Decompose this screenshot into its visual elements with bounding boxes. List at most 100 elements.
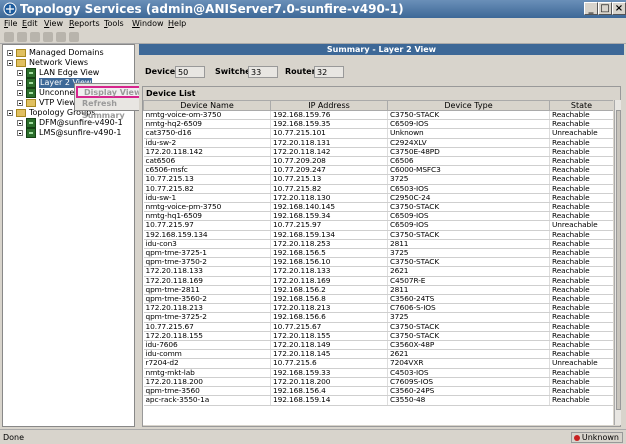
device-icon <box>26 68 36 78</box>
device-name-cell: nmtg-voice-pm-3750 <box>143 202 271 213</box>
menu-tools[interactable]: Tools <box>104 18 124 30</box>
column-header-device-type[interactable]: Device Type <box>387 100 550 111</box>
table-row[interactable]: c6506-msfc 10.77.209.247 C6000-MSFC3 Reacha… <box>143 165 613 176</box>
device-type-cell: 2621 <box>387 266 550 277</box>
delete-icon[interactable] <box>56 32 66 42</box>
ip-address-cell: 172.20.118.169 <box>270 276 388 286</box>
display-view-menu-item[interactable]: Display View <box>76 86 146 98</box>
menu-reports[interactable]: Reports <box>69 18 100 30</box>
device-name-cell: idu-sw-1 <box>143 193 271 204</box>
ip-address-cell: 192.168.159.33 <box>270 368 388 378</box>
device-type-cell: C6000-MSFC3 <box>387 165 550 176</box>
device-type-cell: 3725 <box>387 174 550 185</box>
table-row[interactable]: r7204-d2 10.77.215.6 7204VXR Unreachable <box>143 358 613 369</box>
table-row[interactable]: 172.20.118.169 172.20.118.169 C4507R-E Reac… <box>143 276 613 286</box>
table-row[interactable]: 10.77.215.82 10.77.215.82 C6503-IOS Reachab… <box>143 184 613 194</box>
table-row[interactable]: nmtg-hq1-6509 192.168.159.34 C6509-IOS Reac… <box>143 211 613 222</box>
table-row[interactable]: 10.77.215.97 10.77.215.97 C6509-IOS Unreach… <box>143 220 613 231</box>
device-type-cell: C3560X-48P <box>387 340 550 351</box>
device-name-cell: qpm-tme-3725-1 <box>143 248 271 259</box>
collapse-icon[interactable] <box>7 60 13 66</box>
print-icon[interactable] <box>30 32 40 42</box>
minimize-button[interactable]: _ <box>584 2 598 15</box>
table-row[interactable]: qpm-tme-3725-2 192.168.156.6 3725 Reachable <box>143 312 613 323</box>
table-row[interactable]: qpm-tme-3725-1 192.168.156.5 3725 Reachable <box>143 248 613 259</box>
device-table-container: Device Name IP Address Device Type State… <box>143 100 613 425</box>
table-row[interactable]: cat3750-d16 10.77.215.101 Unknown Unreachab… <box>143 128 613 139</box>
table-row[interactable]: nmtg-hq2-6509 192.168.159.35 C6509-IOS Reac… <box>143 119 613 130</box>
table-row[interactable]: qpm-tme-3560 192.168.156.4 C3560-24PS Reach… <box>143 386 613 397</box>
table-row[interactable]: 172.20.118.142 172.20.118.142 C3750E-48PD R… <box>143 147 613 158</box>
close-button[interactable]: × <box>612 2 626 15</box>
table-row[interactable]: nmtg-mkt-lab 192.168.159.33 C4503-IOS Reach… <box>143 368 613 378</box>
ip-address-cell: 172.20.118.149 <box>270 340 388 351</box>
routers-count: 32 <box>314 66 344 78</box>
table-row[interactable]: 10.77.215.13 10.77.215.13 3725 Reachable <box>143 174 613 185</box>
state-cell: Reachable <box>549 110 613 121</box>
table-row[interactable]: 172.20.118.133 172.20.118.133 2621 Reachabl… <box>143 266 613 277</box>
device-type-cell: C3750E-48PD <box>387 147 550 158</box>
expand-icon[interactable] <box>17 120 23 126</box>
collapse-icon[interactable] <box>7 110 13 116</box>
table-row[interactable]: 192.168.159.134 192.168.159.134 C3750-STAC… <box>143 230 613 240</box>
ip-address-cell: 192.168.159.134 <box>270 230 388 240</box>
maximize-button[interactable]: □ <box>598 2 612 15</box>
table-row[interactable]: apc-rack-3550-1a 192.168.159.14 C3550-48 Re… <box>143 395 613 406</box>
menu-view[interactable]: View <box>44 18 63 30</box>
refresh-summary-menu-item[interactable]: Refresh Summary <box>76 98 146 120</box>
expand-icon[interactable] <box>17 90 23 96</box>
device-type-cell: 2621 <box>387 349 550 360</box>
table-row[interactable]: idu-con3 172.20.118.253 2811 Reachable <box>143 239 613 250</box>
table-row[interactable]: qpm-tme-3750-2 192.168.156.10 C3750-STACK R… <box>143 257 613 268</box>
ip-address-cell: 192.168.159.35 <box>270 119 388 130</box>
table-row[interactable]: idu-sw-2 172.20.118.131 C2924XLV Reachable <box>143 138 613 148</box>
table-row[interactable]: idu-7606 172.20.118.149 C3560X-48P Reachabl… <box>143 340 613 351</box>
menu-file[interactable]: File <box>4 18 17 30</box>
table-row[interactable]: 172.20.118.200 172.20.118.200 C7609S-IOS Re… <box>143 377 613 388</box>
state-cell: Reachable <box>549 174 613 185</box>
find-icon[interactable] <box>43 32 53 42</box>
table-row[interactable]: 10.77.215.67 10.77.215.67 C3750-STACK Reach… <box>143 322 613 332</box>
menu-window[interactable]: Window <box>132 18 164 30</box>
connection-status: Unknown <box>570 432 623 443</box>
device-type-cell: C7606-S-IOS <box>387 303 550 314</box>
forward-icon[interactable] <box>17 32 27 42</box>
device-type-cell: C6503-IOS <box>387 184 550 194</box>
ip-address-cell: 192.168.159.34 <box>270 211 388 222</box>
table-row[interactable]: 172.20.118.213 172.20.118.213 C7606-S-IOS R… <box>143 303 613 314</box>
properties-icon[interactable] <box>69 32 79 42</box>
column-header-ip-address[interactable]: IP Address <box>270 100 388 111</box>
expand-icon[interactable] <box>17 130 23 136</box>
expand-icon[interactable] <box>17 70 23 76</box>
ip-address-cell: 10.77.215.82 <box>270 184 388 194</box>
menu-edit[interactable]: Edit <box>22 18 38 30</box>
menu-help[interactable]: Help <box>168 18 186 30</box>
scrollbar-thumb[interactable] <box>616 110 621 410</box>
vertical-scrollbar[interactable] <box>614 100 621 425</box>
expand-icon[interactable] <box>17 80 23 86</box>
table-row[interactable]: nmtg-voice-om-3750 192.168.159.76 C3750-ST… <box>143 110 613 121</box>
column-header-state[interactable]: State <box>549 100 613 111</box>
device-name-cell: idu-sw-2 <box>143 138 271 148</box>
table-row[interactable]: idu-sw-1 172.20.118.130 C2950C-24 Reachable <box>143 193 613 204</box>
expand-icon[interactable] <box>17 100 23 106</box>
table-header-row: Device Name IP Address Device Type State <box>143 100 613 111</box>
table-row[interactable]: cat6506 10.77.209.208 C6506 Reachable <box>143 156 613 167</box>
table-row[interactable]: idu-comm 172.20.118.145 2621 Reachable <box>143 349 613 360</box>
device-type-cell: C6509-IOS <box>387 220 550 231</box>
device-name-cell: c6506-msfc <box>143 165 271 176</box>
table-row[interactable]: qpm-tme-3560-2 192.168.156.8 C3560-24TS Rea… <box>143 294 613 305</box>
collapse-icon[interactable] <box>7 50 13 56</box>
column-header-device-name[interactable]: Device Name <box>143 100 271 111</box>
device-list-title: Device List <box>145 89 197 98</box>
ip-address-cell: 192.168.159.76 <box>270 110 388 121</box>
table-row[interactable]: nmtg-voice-pm-3750 192.168.140.145 C3750-S… <box>143 202 613 213</box>
device-name-cell: 172.20.118.155 <box>143 331 271 342</box>
table-row[interactable]: qpm-tme-2811 192.168.156.2 2811 Reachable <box>143 285 613 296</box>
app-icon <box>3 2 17 16</box>
back-icon[interactable] <box>4 32 14 42</box>
table-row[interactable]: 172.20.118.155 172.20.118.155 C3750-STACK R… <box>143 331 613 342</box>
device-type-cell: C7609S-IOS <box>387 377 550 388</box>
device-type-cell: C3750-STACK <box>387 257 550 268</box>
status-bar: Done Unknown <box>0 429 626 444</box>
